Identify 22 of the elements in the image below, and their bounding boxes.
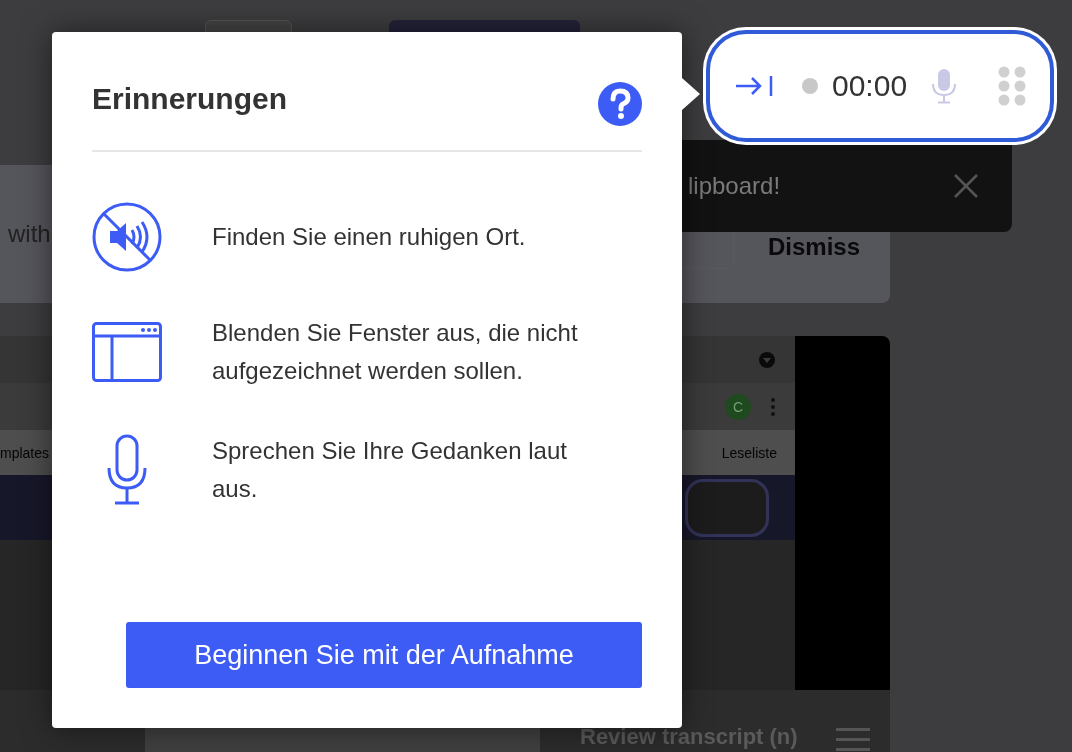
more-icon[interactable] bbox=[771, 397, 775, 416]
grip-icon[interactable] bbox=[998, 66, 1026, 106]
avatar[interactable]: C bbox=[725, 393, 751, 420]
bookmark[interactable]: mplates bbox=[0, 444, 50, 461]
help-icon[interactable] bbox=[598, 82, 642, 126]
timer: 00:00 bbox=[832, 69, 908, 103]
dialog-title: Erinnerungen bbox=[92, 82, 287, 116]
tip-text: Finden Sie einen ruhigen Ort. bbox=[212, 222, 527, 252]
muted-speaker-icon bbox=[92, 202, 162, 272]
toast-text: lipboard! bbox=[688, 172, 781, 200]
start-recording-button[interactable]: Beginnen Sie mit der Aufnahme bbox=[126, 622, 642, 688]
menu-icon[interactable] bbox=[835, 728, 870, 752]
tip-text: Sprechen Sie Ihre Gedanken laut aus. bbox=[212, 436, 568, 504]
microphone-icon[interactable] bbox=[931, 68, 958, 104]
arrow-to-bar-icon[interactable] bbox=[734, 74, 774, 98]
bookmark[interactable]: Leseliste bbox=[721, 444, 777, 461]
dropdown-icon[interactable] bbox=[759, 351, 775, 368]
close-icon[interactable] bbox=[954, 174, 978, 198]
tip-text: Blenden Sie Fenster aus, die nicht aufgezeichnet werden sollen. bbox=[212, 318, 579, 386]
browser-window-icon bbox=[92, 322, 162, 382]
status-dot bbox=[802, 78, 818, 94]
banner-text: with bbox=[8, 220, 51, 248]
